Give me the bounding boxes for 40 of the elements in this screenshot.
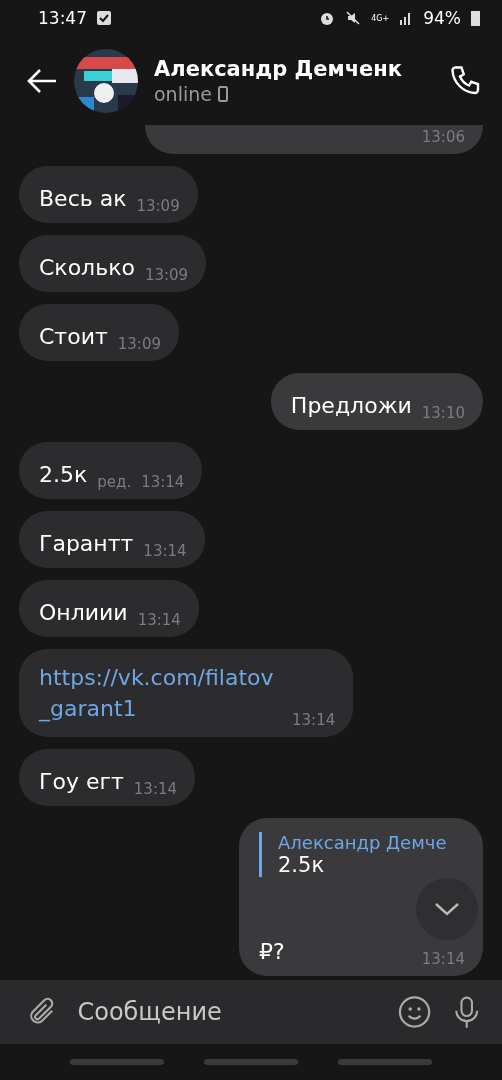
message-time: 13:14 (141, 473, 185, 491)
message-time: 13:14 (137, 611, 181, 629)
message-time: 13:06 (421, 128, 465, 146)
clock: 13:47 (38, 8, 87, 28)
message-time: 13:09 (117, 335, 161, 353)
message-time: 13:10 (421, 404, 465, 422)
message-time: 13:09 (144, 266, 189, 284)
message-text: 2.5к (39, 462, 88, 487)
message-time: 13:09 (136, 197, 180, 215)
quote-text: 2.5к (278, 852, 325, 877)
message-text: ₽? (259, 938, 285, 964)
online-status: online (154, 82, 212, 105)
message-time: 13:14 (292, 710, 336, 729)
message-text: Гоу егт (39, 768, 124, 794)
battery-icon (471, 10, 480, 26)
message-time: 13:14 (421, 949, 465, 968)
message-text: Онлиии (39, 600, 128, 625)
reply-quote[interactable]: Александр Демче 2.5к (259, 831, 465, 877)
message-time: 13:14 (133, 779, 178, 798)
phone-device-icon (217, 85, 228, 102)
message-text: Гарантт (39, 531, 134, 556)
message-text: Предложи (290, 393, 412, 418)
back-icon[interactable] (26, 67, 58, 94)
quote-author: Александр Демче (278, 831, 448, 853)
message-text: Весь ак (39, 186, 127, 211)
mute-icon (345, 10, 362, 26)
battery-level: 94% (423, 8, 461, 28)
chevron-down-icon (434, 902, 460, 916)
network-label: 4G+ (371, 13, 390, 23)
message-input[interactable]: Сообщение (75, 997, 380, 1027)
message-composer[interactable]: Сообщение (0, 980, 502, 1044)
message-time: 13:14 (143, 542, 187, 560)
message-text: Сколько (39, 255, 135, 280)
emoji-icon[interactable] (397, 993, 433, 1031)
message-link[interactable]: https://vk.com/filatov_garant1 (39, 663, 282, 725)
alarm-icon (319, 10, 336, 26)
edited-label: ред. (97, 473, 132, 491)
contact-name: Александр Демченк (154, 56, 404, 81)
checkbox-icon (97, 11, 111, 25)
message-text: Стоит (39, 324, 108, 349)
